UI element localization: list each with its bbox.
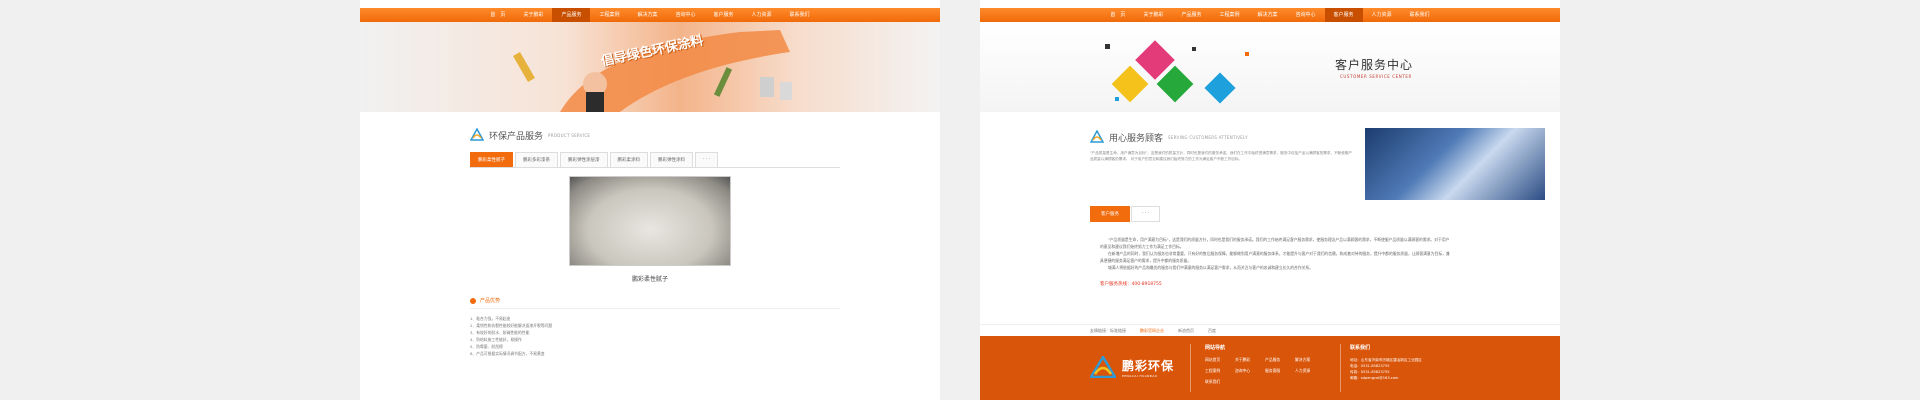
nav-contact[interactable]: 联系我们 — [1401, 8, 1439, 22]
nav-service[interactable]: 客户服务 — [1324, 8, 1363, 22]
nav-about[interactable]: 关于鹏彩 — [1134, 8, 1172, 22]
nav-news[interactable]: 咨询中心 — [1287, 8, 1325, 22]
nav-about[interactable]: 关于鹏彩 — [514, 8, 552, 22]
list-item: 5、防霉菌、耐刮擦 — [470, 344, 503, 349]
company-logo-icon — [1090, 130, 1104, 143]
main-nav: 首 页 关于鹏彩 产品服务 工程案例 解决方案 咨询中心 客户服务 人力资源 联… — [360, 8, 940, 22]
company-logo-icon — [470, 128, 484, 141]
service-hotline: 客户服务热线：400-8918755 — [1100, 282, 1162, 287]
footer-brand-en: PENGCAI HUANBAO — [1122, 373, 1158, 378]
footer-link[interactable]: 工程案例 — [1205, 368, 1235, 374]
product-image — [569, 176, 731, 266]
contact-line: 邮箱：sdpengcai@163.com — [1350, 376, 1399, 380]
tab-soft-paint[interactable]: 鹏彩柔涂料 — [609, 152, 648, 167]
footer-link[interactable]: 解决方案 — [1295, 357, 1325, 363]
list-item: 6、产品可根据实际情况调节配方，不易黄变 — [470, 351, 545, 356]
bullet-icon — [470, 297, 476, 304]
footer-contact-title: 联系我们 — [1350, 345, 1371, 351]
handshake-image — [1365, 128, 1545, 200]
nav-contact[interactable]: 联系我们 — [781, 8, 819, 22]
footer-link[interactable]: 人力资源 — [1295, 368, 1325, 374]
section-title-text: 环保产品服务 — [489, 131, 544, 142]
list-item: 4、防结料施工性能好，易操作 — [470, 337, 522, 342]
footer-brand: 鹏彩环保 PENGCAI HUANBAO — [1090, 356, 1174, 378]
friend-links: 友情链接：标准链接 鹏彩官网企业 新浪首页 百度 — [980, 324, 1560, 336]
footer-nav: 网站导航 网站首页 关于鹏彩 产品服务 解决方案 工程案例 咨询中心 服务客服 … — [1205, 344, 1325, 385]
product-tabs: 鹏彩柔性腻子 鹏彩多彩漆系 鹏彩弹性涂层漆 鹏彩柔涂料 鹏彩弹性涂料 · · · — [470, 152, 840, 168]
nav-products[interactable]: 产品服务 — [1172, 8, 1210, 22]
footer-contact: 联系我们 地址：山东省济南市历城区唐冶新区工业园区 电话：0531-858237… — [1350, 344, 1422, 381]
product-section-title: 环保产品服务 PRODUCT SERVICE — [470, 128, 925, 142]
banner-title: 客户服务中心 — [1335, 58, 1414, 72]
nav-solutions[interactable]: 解决方案 — [628, 8, 666, 22]
footer-link[interactable]: 网站首页 — [1205, 357, 1235, 363]
service-banner: 客户服务中心 CUSTOMER SERVICE CENTER — [980, 22, 1560, 112]
nav-hr[interactable]: 人力资源 — [743, 8, 781, 22]
site-footer: 鹏彩环保 PENGCAI HUANBAO 网站导航 网站首页 关于鹏彩 产品服务… — [980, 336, 1560, 400]
tab-flexible-putty[interactable]: 鹏彩柔性腻子 — [470, 152, 513, 167]
body-paragraph: "产品质量是生命，用户满意为目标"，这是我们的质量方针，同时也是我们的服务承诺。… — [1100, 237, 1450, 249]
footer-nav-title: 网站导航 — [1205, 345, 1226, 351]
left-page-panel: 首 页 关于鹏彩 产品服务 工程案例 解决方案 咨询中心 客户服务 人力资源 联… — [360, 0, 940, 400]
banner-illustration — [513, 30, 792, 112]
section-subtitle: PRODUCT SERVICE — [548, 132, 591, 138]
footer-link[interactable]: 服务客服 — [1265, 368, 1295, 374]
footer-brand-name: 鹏彩环保 — [1122, 358, 1175, 373]
footer-link[interactable]: 关于鹏彩 — [1235, 357, 1265, 363]
nav-products[interactable]: 产品服务 — [552, 8, 591, 22]
tab-elastic-coating[interactable]: 鹏彩弹性涂层漆 — [560, 152, 608, 167]
body-paragraph: 在新增产品的同时，我们认为服务也非常重要，只有好的售后服务保障，能够做到用户满意… — [1100, 251, 1450, 263]
advantage-list: 1、粘合力强，不易起皮 2、柔韧性和抗裂性能较好能解决面漆开裂等问题 3、有较好… — [470, 315, 925, 357]
link-label[interactable]: 友情链接：标准链接 — [1090, 328, 1126, 334]
service-section-title: 用心服务顾客 SERVING CUSTOMERS ATTENTIVELY — [1090, 130, 1355, 144]
list-item: 1、粘合力强，不易起皮 — [470, 316, 511, 321]
footer-logo-icon — [1090, 356, 1116, 378]
list-item: 3、有较好的耐水、耐碱性能的性能 — [470, 330, 530, 335]
footer-link[interactable]: 产品服务 — [1265, 357, 1295, 363]
nav-home[interactable]: 首 页 — [1101, 8, 1134, 22]
tab-more[interactable]: · · · — [695, 152, 719, 167]
right-page-panel: 首 页 关于鹏彩 产品服务 工程案例 解决方案 咨询中心 客户服务 人力资源 联… — [980, 0, 1560, 400]
advantage-header: 产品优势 — [470, 297, 840, 309]
body-paragraph: 城满人将依据好的产品和最优的服务与我们中满意的服务以满足客户需求，从而关注与客户… — [1108, 265, 1314, 270]
footer-link[interactable]: 咨询中心 — [1235, 368, 1265, 374]
nav-service[interactable]: 客户服务 — [705, 8, 743, 22]
section-subtitle: SERVING CUSTOMERS ATTENTIVELY — [1168, 134, 1248, 140]
nav-cases[interactable]: 工程案例 — [590, 8, 628, 22]
more-button[interactable]: · · · — [1131, 206, 1161, 222]
banner-subtitle: CUSTOMER SERVICE CENTER — [1340, 74, 1412, 79]
nav-news[interactable]: 咨询中心 — [667, 8, 705, 22]
tab-elastic-paint[interactable]: 鹏彩弹性涂料 — [650, 152, 693, 167]
link-sina[interactable]: 新浪首页 — [1178, 328, 1194, 334]
footer-link[interactable]: 联系我们 — [1205, 379, 1235, 385]
advantage-title: 产品优势 — [480, 298, 501, 304]
product-caption: 鹏彩柔性腻子 — [631, 276, 668, 283]
service-body: "产品质量是生命，用户满意为目标"，这是我们的质量方针，同时也是我们的服务承诺。… — [1090, 236, 1460, 271]
service-intro: "产品质量是生命，用户满意为目标"，这是我们的质量方针，同时也是我们的服务承诺。… — [1090, 151, 1353, 161]
service-icons-illustration — [1105, 40, 1249, 104]
nav-cases[interactable]: 工程案例 — [1210, 8, 1248, 22]
main-nav: 首 页 关于鹏彩 产品服务 工程案例 解决方案 咨询中心 客户服务 人力资源 联… — [980, 8, 1560, 22]
nav-home[interactable]: 首 页 — [481, 8, 514, 22]
list-item: 2、柔韧性和抗裂性能较好能解决面漆开裂等问题 — [470, 323, 553, 328]
nav-hr[interactable]: 人力资源 — [1363, 8, 1401, 22]
section-title-text: 用心服务顾客 — [1109, 133, 1164, 144]
tab-multicolor[interactable]: 鹏彩多彩漆系 — [515, 152, 558, 167]
customer-service-button[interactable]: 客户服务 — [1090, 206, 1130, 222]
nav-solutions[interactable]: 解决方案 — [1248, 8, 1286, 22]
link-official[interactable]: 鹏彩官网企业 — [1140, 328, 1164, 334]
hero-banner: 倡导绿色环保涂料 — [360, 22, 940, 112]
service-buttons: 客户服务 · · · — [1090, 206, 1545, 222]
link-baidu[interactable]: 百度 — [1208, 328, 1216, 334]
